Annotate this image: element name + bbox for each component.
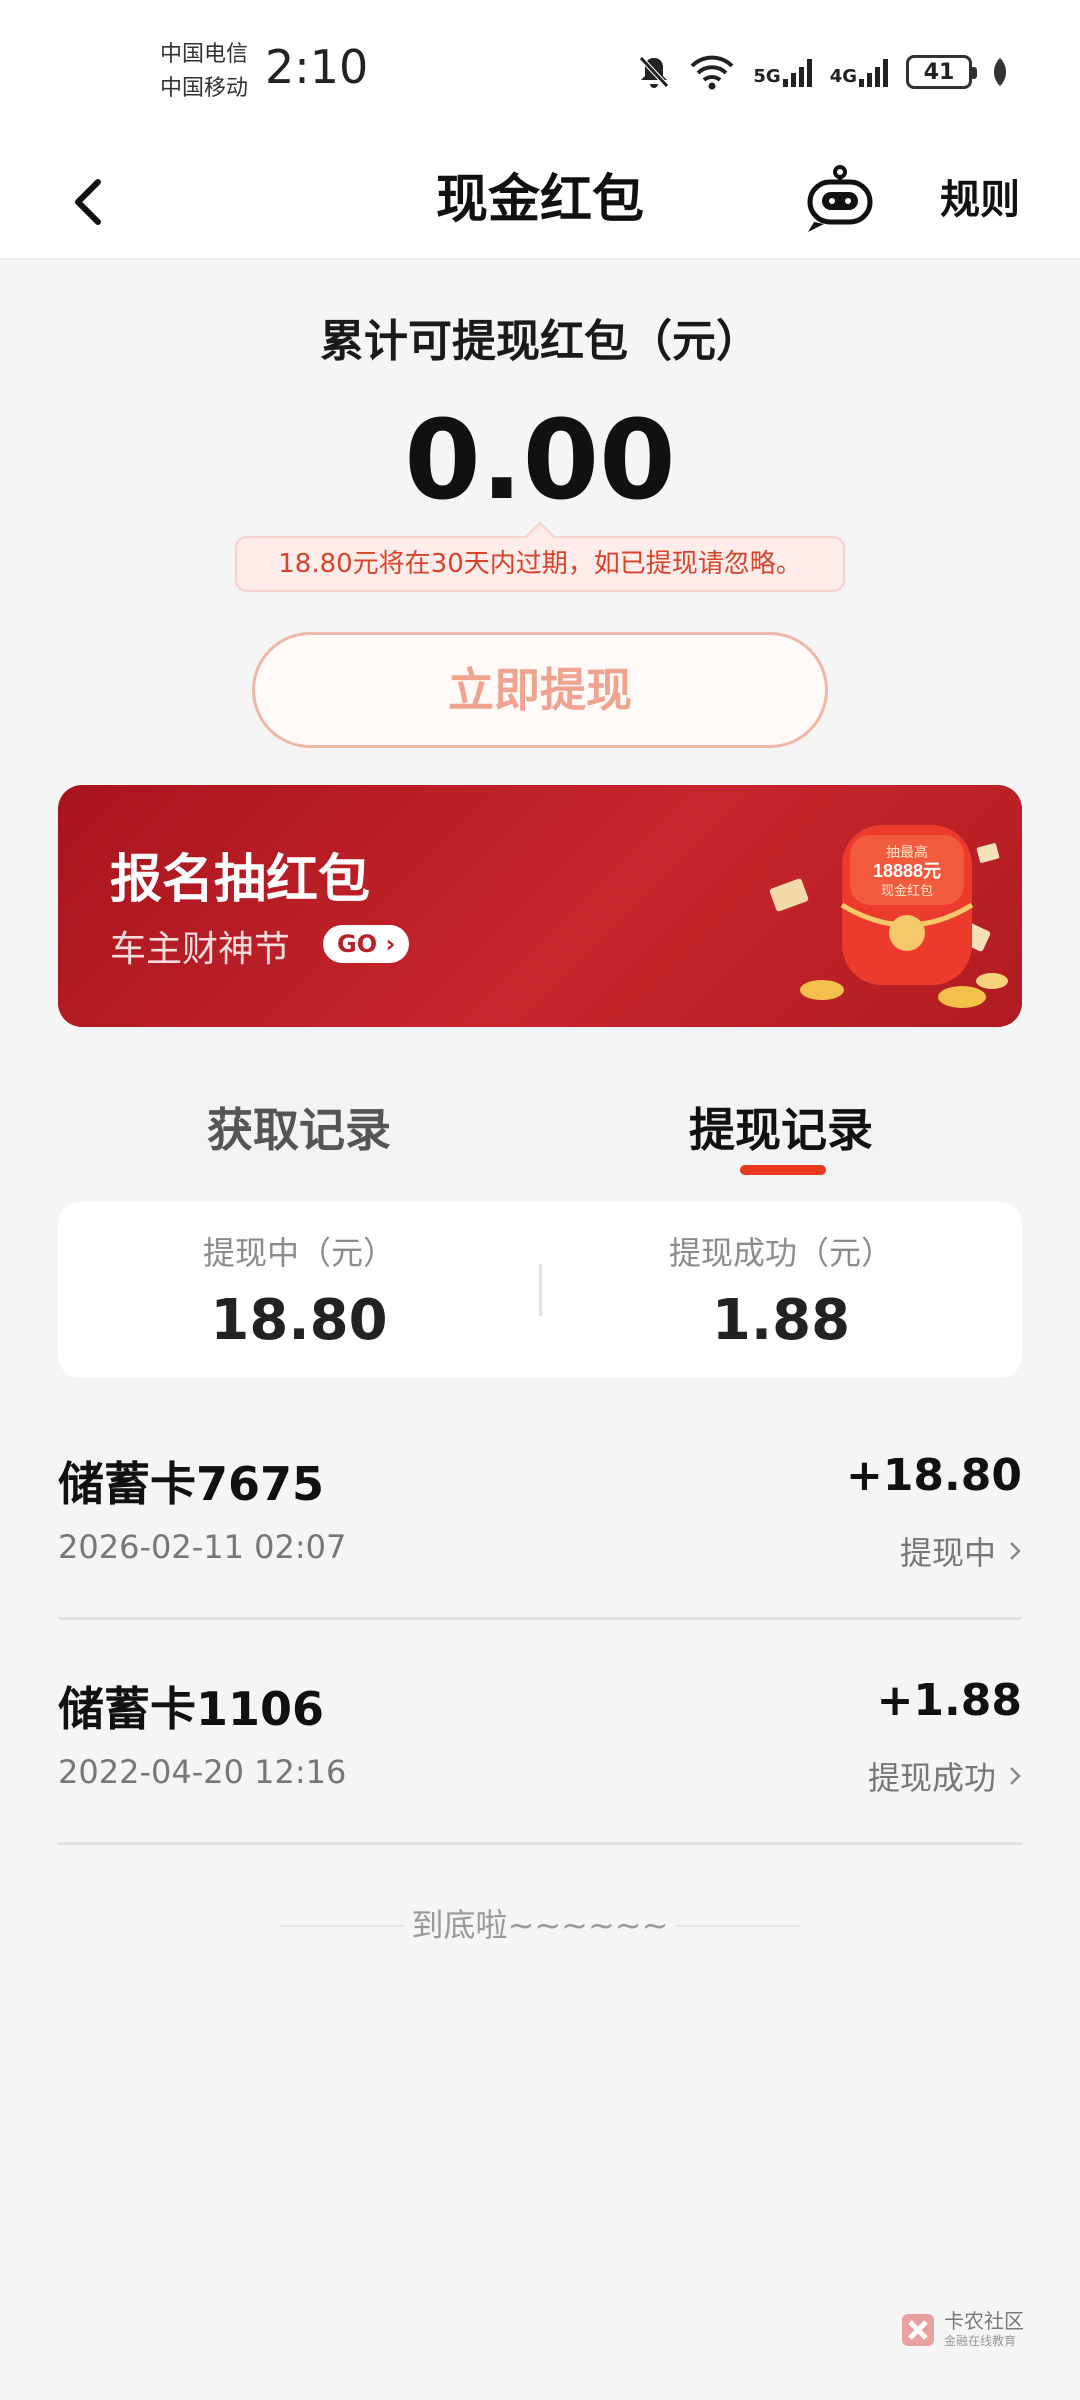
- end-of-list-text: 到底啦~~~~~~: [411, 1906, 669, 1944]
- wifi-icon: [690, 55, 734, 90]
- status-icons: 5G 4G 41: [637, 50, 1010, 94]
- pending-summary: 提现中（元） 18.80: [58, 1228, 540, 1353]
- kanong-logo-icon: [902, 2313, 934, 2346]
- record-status-label: 提现成功: [867, 1759, 996, 1797]
- record-amount: +1.88: [876, 1675, 1022, 1726]
- record-tabs: 获取记录 提现记录: [58, 1075, 1022, 1185]
- watermark-name: 卡农社区: [944, 2309, 1024, 2333]
- signal-5g: 5G: [753, 57, 812, 87]
- battery-level: 41: [923, 59, 955, 85]
- banner-title: 报名抽红包: [110, 850, 371, 910]
- watermark-sub: 金融在线教育: [944, 2334, 1017, 2348]
- record-status[interactable]: 提现中: [900, 1528, 1022, 1574]
- go-button[interactable]: GO ›: [323, 925, 410, 963]
- success-label: 提现成功（元）: [668, 1234, 893, 1272]
- balance-value: 0.00: [404, 396, 676, 524]
- record-date: 2026-02-11 02:07: [58, 1528, 347, 1566]
- record-date: 2022-04-20 12:16: [58, 1753, 347, 1791]
- banner-art-line-3: 现金红包: [881, 883, 933, 898]
- carrier-1: 中国电信: [160, 42, 249, 67]
- rules-button[interactable]: 规则: [940, 160, 1020, 240]
- signal-bars-icon: [782, 57, 812, 87]
- record-status[interactable]: 提现成功: [868, 1753, 1022, 1799]
- net-type-2: 4G: [829, 66, 857, 87]
- chevron-right-icon: ›: [385, 930, 396, 958]
- active-tab-indicator: [740, 1165, 826, 1175]
- record-card-name: 储蓄卡1106: [58, 1682, 325, 1736]
- status-bar: 中国电信 中国移动 2:10 5G 4G 41: [0, 0, 1080, 140]
- expire-notice: 18.80元将在30天内过期，如已提现请忽略。: [235, 536, 845, 592]
- list-item[interactable]: 储蓄卡1106 2022-04-20 12:16 +1.88 提现成功: [58, 1635, 1022, 1845]
- record-card-name: 储蓄卡7675: [58, 1457, 325, 1511]
- robot-icon: [807, 165, 873, 232]
- balance-label: 累计可提现红包（元）: [320, 316, 760, 367]
- success-summary: 提现成功（元） 1.88: [540, 1228, 1022, 1353]
- signal-4g: 4G: [830, 57, 888, 87]
- withdraw-summary-card: 提现中（元） 18.80 提现成功（元） 1.88: [58, 1202, 1022, 1378]
- battery-icon: 41: [906, 55, 977, 89]
- chevron-right-icon: [1010, 1767, 1021, 1785]
- page-title: 现金红包: [435, 170, 644, 230]
- nav-header: 现金红包 规则: [0, 140, 1080, 260]
- banner-art-line-1: 抽最高: [886, 844, 928, 860]
- success-value: 1.88: [711, 1288, 851, 1353]
- carrier-2: 中国移动: [160, 76, 249, 101]
- leaf-icon: [994, 58, 1006, 86]
- promo-banner[interactable]: 报名抽红包 车主财神节 GO › 抽最高 18888元 现金红包: [58, 785, 1022, 1027]
- list-item[interactable]: 储蓄卡7675 2026-02-11 02:07 +18.80 提现中: [58, 1410, 1022, 1620]
- record-status-label: 提现中: [899, 1534, 996, 1572]
- carrier-info: 中国电信 中国移动: [160, 38, 248, 106]
- pending-label: 提现中（元）: [202, 1234, 395, 1272]
- customer-service-button[interactable]: [800, 158, 880, 238]
- clock: 2:10: [265, 40, 369, 94]
- watermark: 卡农社区 金融在线教育: [900, 2310, 1024, 2349]
- tab-earn-records[interactable]: 获取记录: [58, 1075, 540, 1185]
- go-label: GO: [337, 930, 378, 958]
- chevron-right-icon: [1010, 1542, 1021, 1560]
- signal-bars-icon: [859, 57, 888, 87]
- pending-value: 18.80: [210, 1288, 388, 1353]
- record-amount: +18.80: [845, 1450, 1022, 1501]
- red-envelope-illustration: 抽最高 18888元 现金红包: [769, 825, 1008, 1008]
- mute-bell-icon: [639, 56, 670, 88]
- banner-subtitle: 车主财神节: [110, 929, 291, 970]
- net-type-1: 5G: [753, 66, 781, 87]
- withdraw-button[interactable]: 立即提现: [252, 632, 828, 748]
- banner-art-line-2: 18888元: [873, 861, 941, 881]
